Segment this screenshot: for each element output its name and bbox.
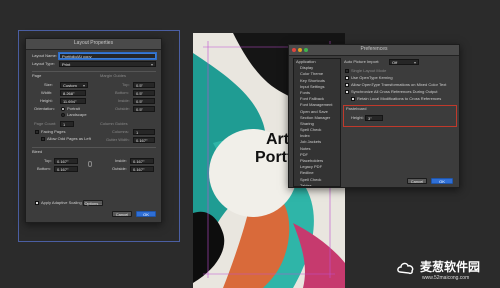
opentype-transformations-label: Allow OpenType Transformations on Mixed … [351,82,447,87]
facing-pages-label: Facing Pages [41,129,66,134]
preferences-category-list[interactable]: Application Display Color Theme Key Shortcu… [293,58,341,187]
pasteboard-height-label: Height: [351,115,364,120]
opentype-kerning-checkbox[interactable] [345,76,349,80]
link-icon[interactable] [88,161,92,167]
auto-picture-import-select[interactable]: Off ▾ [389,59,419,65]
preferences-category-item[interactable]: Tables [294,183,340,186]
margin-inside-label: Inside: [118,98,130,103]
preferences-titlebar: Preferences [289,45,459,56]
retain-modifications-checkbox[interactable] [351,97,355,101]
layout-type-select[interactable]: Print ▾ [59,61,156,67]
columns-label: Columns: [112,129,129,134]
cancel-button[interactable]: Cancel [112,211,132,217]
preferences-dialog: Preferences Application Display Color Them… [288,44,460,188]
size-select[interactable]: Custom ▾ [60,82,88,88]
page-section-heading: Page [32,73,42,78]
single-layout-mode-checkbox[interactable] [345,69,349,73]
bleed-bottom-field[interactable]: 0.167" [54,166,78,172]
orientation-label: Orientation: [34,106,55,111]
margin-bottom-label: Bottom: [115,90,129,95]
opentype-transformations-checkbox[interactable] [345,83,349,87]
layout-properties-dialog: Layout Properties Layout Name: Portfolio… [25,38,162,223]
bleed-outside-field[interactable]: 0.167" [130,166,154,172]
height-label: Height: [40,98,53,103]
pasteboard-height-field[interactable]: 3" [365,115,383,121]
width-field[interactable]: 8.268" [60,90,86,96]
margin-top-label: Top: [122,82,130,87]
ok-button[interactable]: OK [136,211,156,217]
landscape-radio[interactable] [61,113,65,117]
landscape-label: Landscape [67,112,87,117]
pref-ok-button[interactable]: OK [431,178,453,184]
bleed-inside-field[interactable]: 0.167" [130,158,154,164]
opentype-kerning-label: Use OpenType Kerning [351,75,393,80]
bleed-heading: Bleed [32,149,43,154]
margin-outside-label: Outside: [115,106,130,111]
options-button[interactable]: Options... [83,200,103,206]
pref-cancel-button[interactable]: Cancel [407,178,427,184]
margin-outside-field[interactable]: 0.5" [133,106,155,112]
layout-type-label: Layout Type: [32,61,55,66]
pasteboard-heading: Pasteboard [346,106,367,111]
layout-name-field[interactable]: Portfolio(A) copy [59,53,156,59]
column-guides-heading: Column Guides [100,121,128,126]
chevron-down-icon: ▾ [150,62,153,67]
page-count-field[interactable]: 1 [60,121,74,127]
auto-picture-import-value: Off [392,60,398,65]
watermark-logo-icon [396,258,416,278]
bleed-outside-label: Outside: [112,166,127,171]
margin-guides-heading: Margin Guides [100,73,127,78]
sync-cross-references-checkbox[interactable] [345,90,349,94]
chevron-down-icon: ▾ [82,83,85,88]
layout-dialog-titlebar: Layout Properties [26,39,161,50]
divider [32,147,156,148]
allow-odd-checkbox[interactable] [41,137,45,141]
artwork-title-line1: Art [266,131,290,148]
bleed-top-field[interactable]: 0.167" [54,158,78,164]
auto-picture-import-label: Auto Picture Import: [344,59,380,64]
adaptive-scaling-checkbox[interactable] [35,201,39,205]
watermark-url: www.52maicong.com [422,275,470,281]
bleed-top-label: Top: [44,158,52,163]
margin-bottom-field[interactable]: 0.5" [133,90,155,96]
watermark-brand: 麦葱软件园 [420,260,481,274]
adaptive-scaling-label: Apply Adaptive Scaling [41,200,82,205]
bleed-bottom-label: Bottom: [37,166,51,171]
margin-top-field[interactable]: 0.5" [133,82,155,88]
size-value: Custom [63,83,77,88]
page-count-label: Page Count: [34,121,57,126]
retain-modifications-label: Retain Local Modifications to Cross Refe… [357,96,442,101]
single-layout-mode-label: Single Layout Mode [351,68,387,73]
layout-dialog-title: Layout Properties [73,40,114,46]
sync-cross-references-label: Synchronize All Cross References During … [351,89,438,94]
bleed-inside-label: Inside: [115,158,127,163]
allow-odd-label: Allow Odd Pages as Left [47,136,91,141]
layout-name-label: Layout Name: [32,53,57,58]
portrait-radio[interactable] [61,107,65,111]
divider [32,71,156,72]
columns-field[interactable]: 1 [133,129,155,135]
preferences-title: Preferences [360,46,388,52]
size-label: Size: [44,82,53,87]
margin-inside-field[interactable]: 0.5" [133,98,155,104]
facing-pages-checkbox[interactable] [35,130,39,134]
gutter-label: Gutter Width: [106,137,130,142]
height-field[interactable]: 11.694" [60,98,86,104]
chevron-down-icon: ▾ [413,60,416,65]
layout-type-value: Print [62,62,71,67]
width-label: Width: [41,90,53,95]
gutter-field[interactable]: 0.167" [133,137,155,143]
